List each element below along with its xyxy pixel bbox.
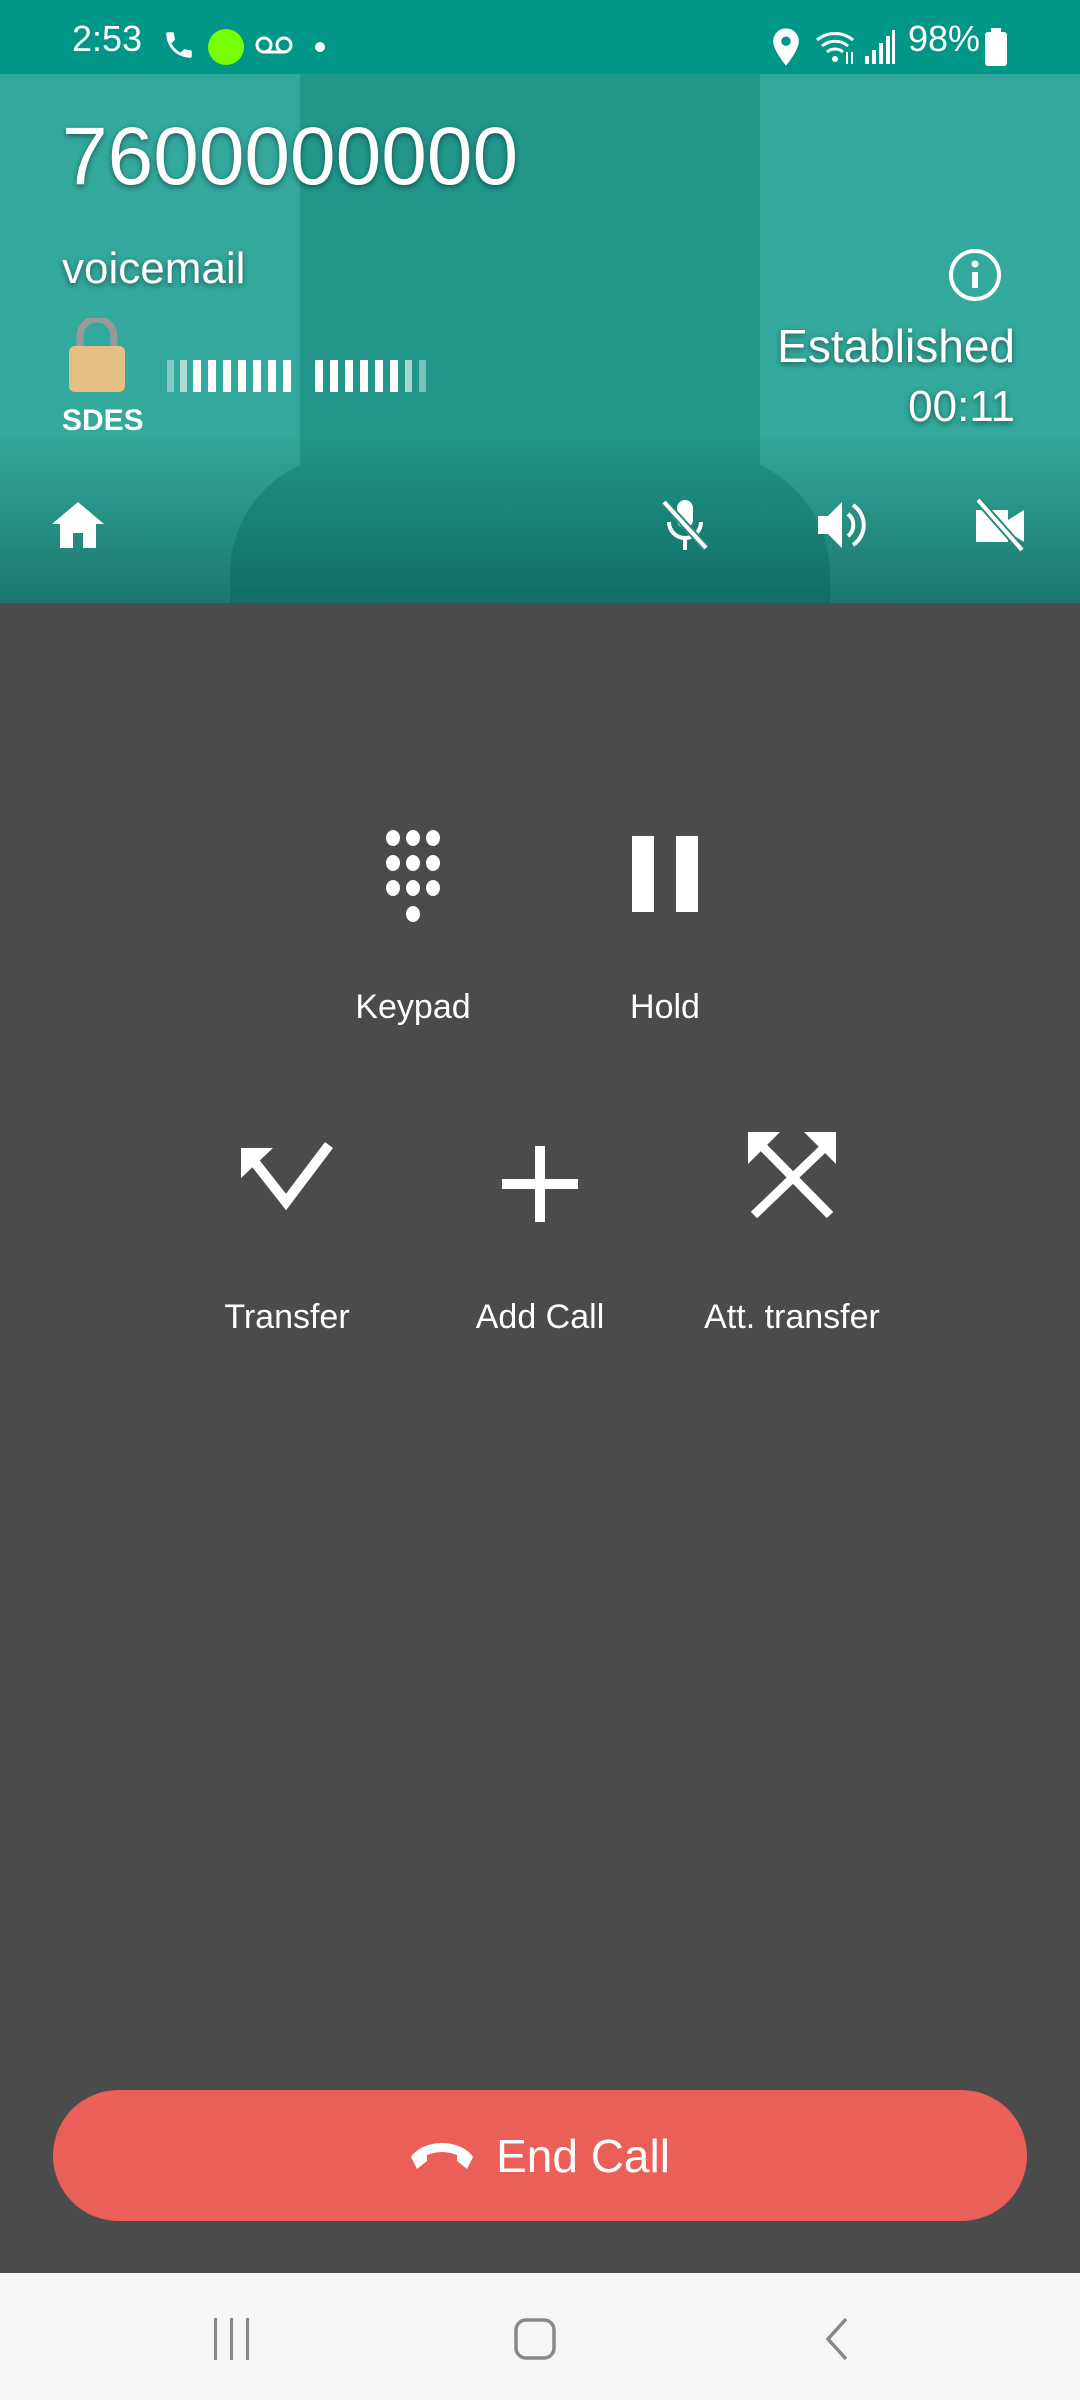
speaker-icon[interactable]: [816, 500, 868, 550]
add-icon: [502, 1146, 578, 1222]
phone-icon: [166, 32, 192, 58]
signal-icon: [865, 30, 895, 64]
info-icon[interactable]: [948, 248, 1002, 302]
add-call-label: Add Call: [475, 1298, 605, 1336]
keypad-label: Keypad: [355, 988, 471, 1026]
caller-name: voicemail: [62, 244, 246, 293]
caller-number: 7600000000: [62, 111, 519, 202]
back-icon[interactable]: [824, 2317, 850, 2361]
attended-transfer-icon: [748, 1132, 836, 1219]
encryption-label: SDES: [62, 404, 144, 437]
end-call-button[interactable]: End Call: [53, 2090, 1027, 2221]
wifi-icon: [816, 32, 854, 64]
dot-icon: [315, 42, 325, 52]
video-off-icon[interactable]: [974, 498, 1026, 552]
hang-up-icon: [411, 2142, 474, 2169]
home-icon[interactable]: [52, 502, 104, 548]
lock-icon[interactable]: [68, 318, 126, 392]
transfer-label: Transfer: [224, 1298, 350, 1336]
recent-apps-icon[interactable]: [212, 2318, 252, 2360]
hold-label: Hold: [630, 988, 700, 1026]
mic-off-icon[interactable]: [660, 498, 710, 552]
battery-icon: [985, 28, 1007, 66]
call-header: 7600000000 voicemail SDES Established 00…: [0, 74, 1080, 603]
navigation-bar: [0, 2273, 1080, 2400]
home-nav-icon[interactable]: [514, 2318, 556, 2360]
battery-percent: 98%: [908, 18, 981, 59]
location-icon: [773, 28, 799, 66]
attended-transfer-label: Att. transfer: [704, 1298, 880, 1336]
call-duration: 00:11: [908, 382, 1015, 431]
call-state: Established: [777, 320, 1015, 372]
dialpad-icon: [386, 830, 440, 922]
transfer-icon: [241, 1141, 333, 1211]
pause-icon: [632, 836, 698, 912]
status-bar: 2:53 98%: [0, 0, 1080, 74]
status-time: 2:53: [72, 18, 143, 59]
audio-quality-bars: [167, 360, 426, 392]
end-call-label: End Call: [496, 2129, 670, 2182]
voicemail-icon: [255, 36, 293, 54]
green-dot-icon: [208, 29, 244, 65]
